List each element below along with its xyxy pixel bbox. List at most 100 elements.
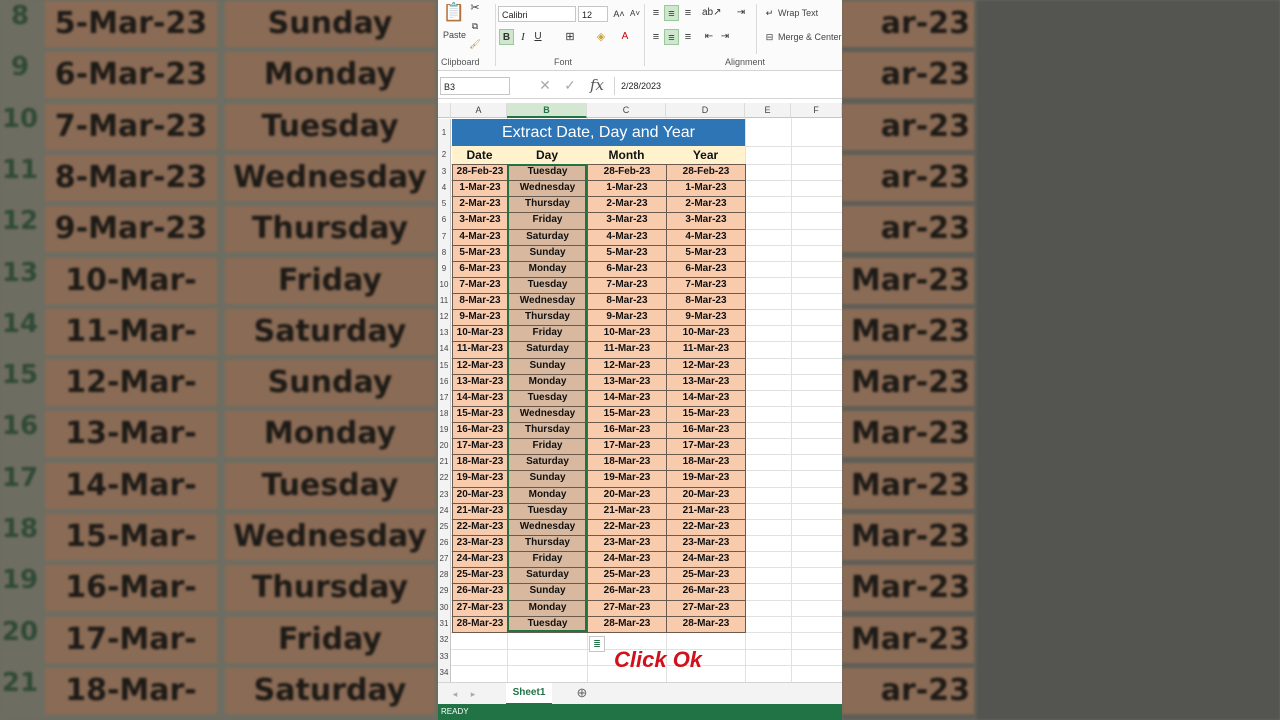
table-cell[interactable]: 19-Mar-23 [452,470,508,488]
table-cell[interactable]: 14-Mar-23 [587,389,667,407]
table-cell[interactable]: 23-Mar-23 [452,534,508,553]
table-cell[interactable]: 2-Mar-23 [452,196,508,214]
table-cell[interactable]: 11-Mar-23 [587,341,667,359]
table-cell[interactable]: 16-Mar-23 [452,422,508,440]
row-header[interactable]: 29 [438,583,451,600]
row-header[interactable]: 3 [438,164,451,181]
table-cell[interactable]: 26-Mar-23 [587,583,667,601]
font-name-dropdown[interactable]: Calibri [498,6,576,22]
row-header[interactable]: 5 [438,196,451,213]
wrap-text-icon[interactable]: ↵ [763,5,776,21]
table-cell[interactable]: 16-Mar-23 [666,422,746,440]
table-cell[interactable]: 27-Mar-23 [587,599,667,617]
table-cell[interactable]: 25-Mar-23 [587,567,667,585]
format-painter-icon[interactable]: 🖌 [468,36,482,52]
font-color-button[interactable]: A [618,29,632,45]
table-cell[interactable]: 1-Mar-23 [452,180,508,198]
scroll-left-icon[interactable]: ◂ [450,686,460,702]
column-header-f[interactable]: F [791,103,842,118]
table-cell[interactable]: 20-Mar-23 [587,486,667,504]
table-cell[interactable]: 18-Mar-23 [666,454,746,472]
row-header[interactable]: 20 [438,438,451,455]
table-cell[interactable]: 27-Mar-23 [452,599,508,617]
align-center-icon[interactable]: ≡ [664,29,679,45]
indent-icon[interactable]: ⇥ [733,5,749,21]
table-cell[interactable]: 6-Mar-23 [666,260,746,278]
align-right-icon[interactable]: ≡ [681,29,695,45]
table-cell[interactable]: 4-Mar-23 [587,228,667,246]
table-cell[interactable]: 28-Mar-23 [666,615,746,633]
table-header-cell[interactable]: Date [452,146,507,164]
table-cell[interactable]: 28-Feb-23 [666,164,746,182]
table-cell[interactable]: 21-Mar-23 [666,502,746,520]
select-all-corner[interactable] [438,103,451,118]
fill-color-icon[interactable]: ◈ [593,29,609,45]
table-cell[interactable]: 17-Mar-23 [452,438,508,456]
row-header[interactable]: 28 [438,567,451,584]
table-header-cell[interactable]: Day [507,146,587,164]
row-header[interactable]: 23 [438,486,451,503]
table-cell[interactable]: 8-Mar-23 [666,293,746,311]
table-cell[interactable]: 24-Mar-23 [587,551,667,569]
align-bottom-icon[interactable]: ≡ [681,5,695,21]
formula-input[interactable]: 2/28/2023 [614,77,842,95]
table-cell[interactable]: 10-Mar-23 [666,325,746,343]
table-cell[interactable]: 12-Mar-23 [666,357,746,375]
italic-button[interactable]: I [517,29,529,45]
table-cell[interactable]: 26-Mar-23 [666,583,746,601]
table-cell[interactable]: 11-Mar-23 [452,341,508,359]
row-header[interactable]: 19 [438,422,451,439]
row-header[interactable]: 8 [438,244,451,261]
table-cell[interactable]: 9-Mar-23 [452,309,508,327]
table-cell[interactable]: 18-Mar-23 [452,454,508,472]
table-cell[interactable]: 6-Mar-23 [452,260,508,278]
row-header[interactable]: 6 [438,212,451,229]
row-header[interactable]: 31 [438,615,451,632]
tab-sheet1[interactable]: Sheet1 [506,683,552,705]
table-cell[interactable]: 22-Mar-23 [452,518,508,536]
row-header[interactable]: 26 [438,534,451,552]
cut-icon[interactable]: ✂ [468,0,482,16]
align-top-icon[interactable]: ≡ [649,5,663,21]
table-cell[interactable]: 28-Mar-23 [587,615,667,633]
row-header[interactable]: 15 [438,357,451,374]
row-header[interactable]: 17 [438,389,451,406]
table-cell[interactable]: 8-Mar-23 [452,293,508,311]
table-cell[interactable]: 13-Mar-23 [452,373,508,391]
underline-button[interactable]: U [532,29,544,45]
row-header[interactable]: 25 [438,518,451,535]
table-cell[interactable]: 17-Mar-23 [666,438,746,456]
table-cell[interactable]: 11-Mar-23 [666,341,746,359]
column-header-d[interactable]: D [666,103,745,118]
row-header[interactable]: 18 [438,405,451,423]
row-header[interactable]: 30 [438,599,451,616]
paste-label[interactable]: Paste [443,30,466,40]
table-cell[interactable]: 15-Mar-23 [666,405,746,424]
column-header-a[interactable]: A [451,103,507,118]
table-cell[interactable]: 15-Mar-23 [452,405,508,424]
table-cell[interactable]: 3-Mar-23 [666,212,746,230]
table-cell[interactable]: 4-Mar-23 [666,228,746,246]
table-cell[interactable]: 3-Mar-23 [587,212,667,230]
column-header-c[interactable]: C [587,103,666,118]
row-header[interactable]: 34 [438,665,451,682]
table-cell[interactable]: 15-Mar-23 [587,405,667,424]
row-header[interactable]: 10 [438,276,451,294]
table-cell[interactable]: 2-Mar-23 [666,196,746,214]
row-header[interactable]: 2 [438,146,451,164]
table-cell[interactable]: 24-Mar-23 [666,551,746,569]
borders-icon[interactable]: ⊞ [562,29,578,45]
table-cell[interactable]: 6-Mar-23 [587,260,667,278]
table-cell[interactable]: 7-Mar-23 [587,276,667,295]
row-header[interactable]: 1 [438,119,451,146]
wrap-text-button[interactable]: Wrap Text [778,8,818,18]
paste-icon[interactable]: 📋 [442,3,466,26]
table-cell[interactable]: 13-Mar-23 [666,373,746,391]
table-cell[interactable]: 14-Mar-23 [452,389,508,407]
table-cell[interactable]: 2-Mar-23 [587,196,667,214]
table-cell[interactable]: 3-Mar-23 [452,212,508,230]
table-cell[interactable]: 24-Mar-23 [452,551,508,569]
table-cell[interactable]: 5-Mar-23 [587,244,667,262]
table-cell[interactable]: 26-Mar-23 [452,583,508,601]
row-header[interactable]: 13 [438,325,451,342]
